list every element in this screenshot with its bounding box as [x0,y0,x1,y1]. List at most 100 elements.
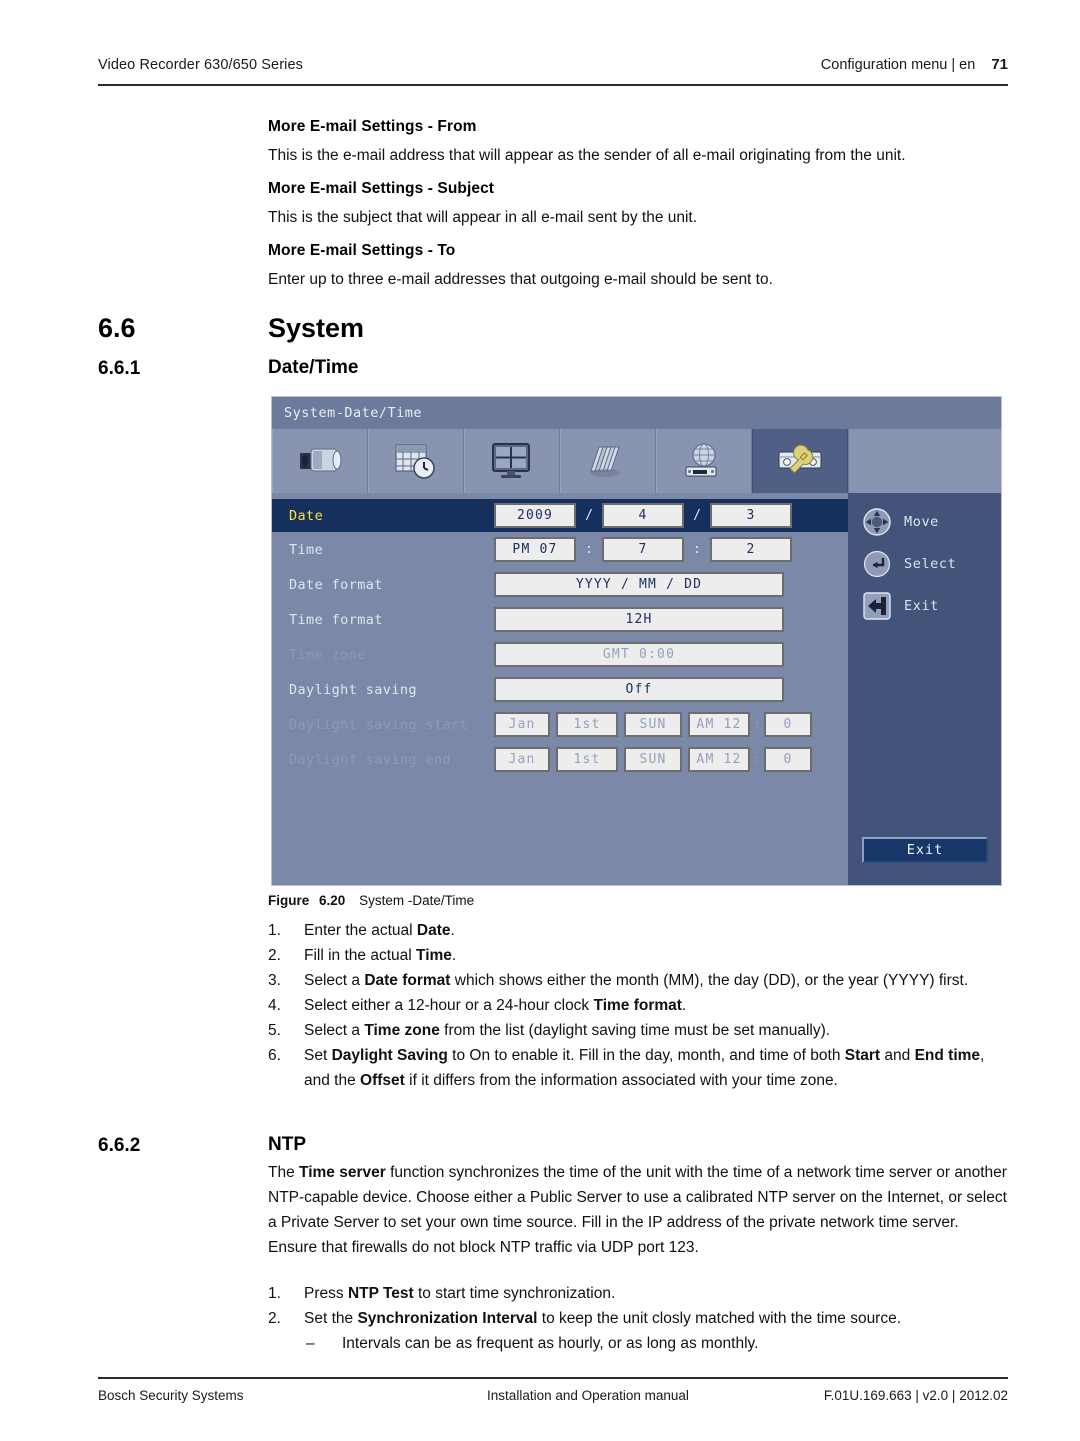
display-icon [489,441,535,481]
row-daylight-saving-start: Daylight saving start Jan 1st SUN AM 12 … [272,708,850,741]
dst-start-hour-field: AM 12 [688,712,750,737]
plain-text: Enter the actual [304,922,417,939]
plain-text: . [451,947,457,964]
list-item-marker: 5. [268,1022,281,1039]
intro-text-to: Enter up to three e-mail addresses that … [268,271,773,288]
tab-system-tools[interactable] [752,429,848,493]
row-label-date: Date [289,507,324,524]
emphasis-text: NTP Test [347,1285,414,1302]
daylight-saving-field[interactable]: Off [494,677,784,702]
emphasis-text: End time [914,1047,981,1064]
section-number-system: 6.6 [98,313,136,343]
figure-caption-text: System -Date/Time [359,893,475,908]
hint-label-move: Move [904,514,939,530]
plain-text: to keep the unit closly matched with the… [537,1310,902,1327]
row-time-zone: Time zone GMT 0:00 [272,638,850,671]
dst-start-month-field: Jan [494,712,550,737]
row-label-time: Time [289,541,324,558]
exit-button[interactable]: Exit [862,837,988,863]
time-format-field[interactable]: 12H [494,607,784,632]
hint-select: Select [862,549,956,579]
date-format-field[interactable]: YYYY / MM / DD [494,572,784,597]
list-item: – Intervals can be as frequent as hourly,… [304,1331,1010,1356]
row-fields-daylight-saving-start: Jan 1st SUN AM 12 : 0 [494,712,812,737]
emphasis-text: Daylight Saving [331,1047,448,1064]
plain-text: from the list (daylight saving time must… [439,1022,831,1039]
enter-icon [862,549,892,579]
list-item-text: Enter the actual Date. [304,918,1010,943]
row-time-format[interactable]: Time format 12H [272,603,850,636]
hint-label-exit: Exit [904,598,939,614]
date-day-field[interactable]: 3 [710,503,792,528]
plain-text: . [450,922,455,939]
list-item-marker: 4. [268,997,281,1014]
emphasis-text: Start [844,1047,881,1064]
tab-camera[interactable] [272,429,368,493]
plain-text: Select a [304,1022,365,1039]
row-fields-daylight-saving-end: Jan 1st SUN AM 12 : 0 [494,747,812,772]
emphasis-text: Date format [364,972,451,989]
tab-display[interactable] [464,429,560,493]
plain-text: to On to enable it. Fill in the day, mon… [447,1047,845,1064]
dpad-icon [862,507,892,537]
tab-archive[interactable] [560,429,656,493]
running-header: Video Recorder 630/650 Series Configurat… [98,56,1008,82]
page-number: 71 [991,56,1008,73]
device-form-area: Date 2009 / 4 / 3 Time PM 07 : 7 : 2 Dat… [272,493,850,885]
device-side-panel: Move Select Exit Exit [848,493,1001,885]
dst-end-hour-field: AM 12 [688,747,750,772]
list-item: 3. Select a Date format which shows eithe… [268,968,1010,993]
list-item-marker: 6. [268,1047,281,1064]
row-daylight-saving-end: Daylight saving end Jan 1st SUN AM 12 : … [272,743,850,776]
camera-icon [294,442,346,480]
date-month-field[interactable]: 4 [602,503,684,528]
time-sep-1: : [585,542,593,557]
row-date-format[interactable]: Date format YYYY / MM / DD [272,568,850,601]
list-item: 2. Fill in the actual Time. [268,943,1010,968]
tab-network[interactable] [656,429,752,493]
emphasis-text: Time zone [364,1022,440,1039]
hint-exit: Exit [862,591,939,621]
archive-icon [585,441,631,481]
intro-section-to: More E-mail Settings - To Enter up to th… [268,242,1008,292]
list-item-marker: 2. [268,947,281,964]
steps-list-datetime: 1. Enter the actual Date. 2. Fill in the ac… [268,918,1010,1093]
figure-label: Figure [268,893,310,908]
device-window-title: System-Date/Time [272,397,1001,429]
date-year-field[interactable]: 2009 [494,503,576,528]
ntp-paragraph: The Time server function synchronizes th… [268,1160,1008,1260]
hint-move: Move [862,507,939,537]
row-date[interactable]: Date 2009 / 4 / 3 [272,499,850,532]
emphasis-text: Time server [299,1164,386,1181]
time-minute-field[interactable]: 7 [602,537,684,562]
plain-text: Select either a 12-hour or a 24-hour clo… [304,997,594,1014]
time-second-field[interactable]: 2 [710,537,792,562]
emphasis-text: Offset [360,1072,405,1089]
dst-start-weekday-field: SUN [624,712,682,737]
section-title-ntp: NTP [268,1134,306,1155]
list-item-marker: 3. [268,972,281,989]
tab-strip-filler [848,429,1001,493]
plain-text: Select a [304,972,365,989]
plain-text: The [268,1164,300,1181]
time-sep-2: : [693,542,701,557]
time-hour-field[interactable]: PM 07 [494,537,576,562]
row-time[interactable]: Time PM 07 : 7 : 2 [272,533,850,566]
section-number-datetime: 6.6.1 [98,358,141,379]
figure-caption: Figure 6.20 System -Date/Time [268,893,474,908]
header-section-label: Configuration menu | en [820,57,976,73]
row-fields-time-zone: GMT 0:00 [494,642,784,667]
row-label-date-format: Date format [289,576,383,593]
row-daylight-saving[interactable]: Daylight saving Off [272,673,850,706]
row-label-time-zone: Time zone [289,646,366,663]
row-fields-date: 2009 / 4 / 3 [494,503,792,528]
tab-schedule[interactable] [368,429,464,493]
list-item: 6. Set Daylight Saving to On to enable it… [268,1043,1010,1093]
dst-end-minute-field: 0 [764,747,812,772]
plain-text: if it differs from the information assoc… [404,1072,838,1089]
intro-section-subject: More E-mail Settings - Subject This is t… [268,180,1008,230]
plain-text: . [681,997,687,1014]
exit-arrow-icon [862,591,892,621]
list-item-text: Select a Time zone from the list (daylig… [304,1018,1010,1043]
dst-start-minute-field: 0 [764,712,812,737]
